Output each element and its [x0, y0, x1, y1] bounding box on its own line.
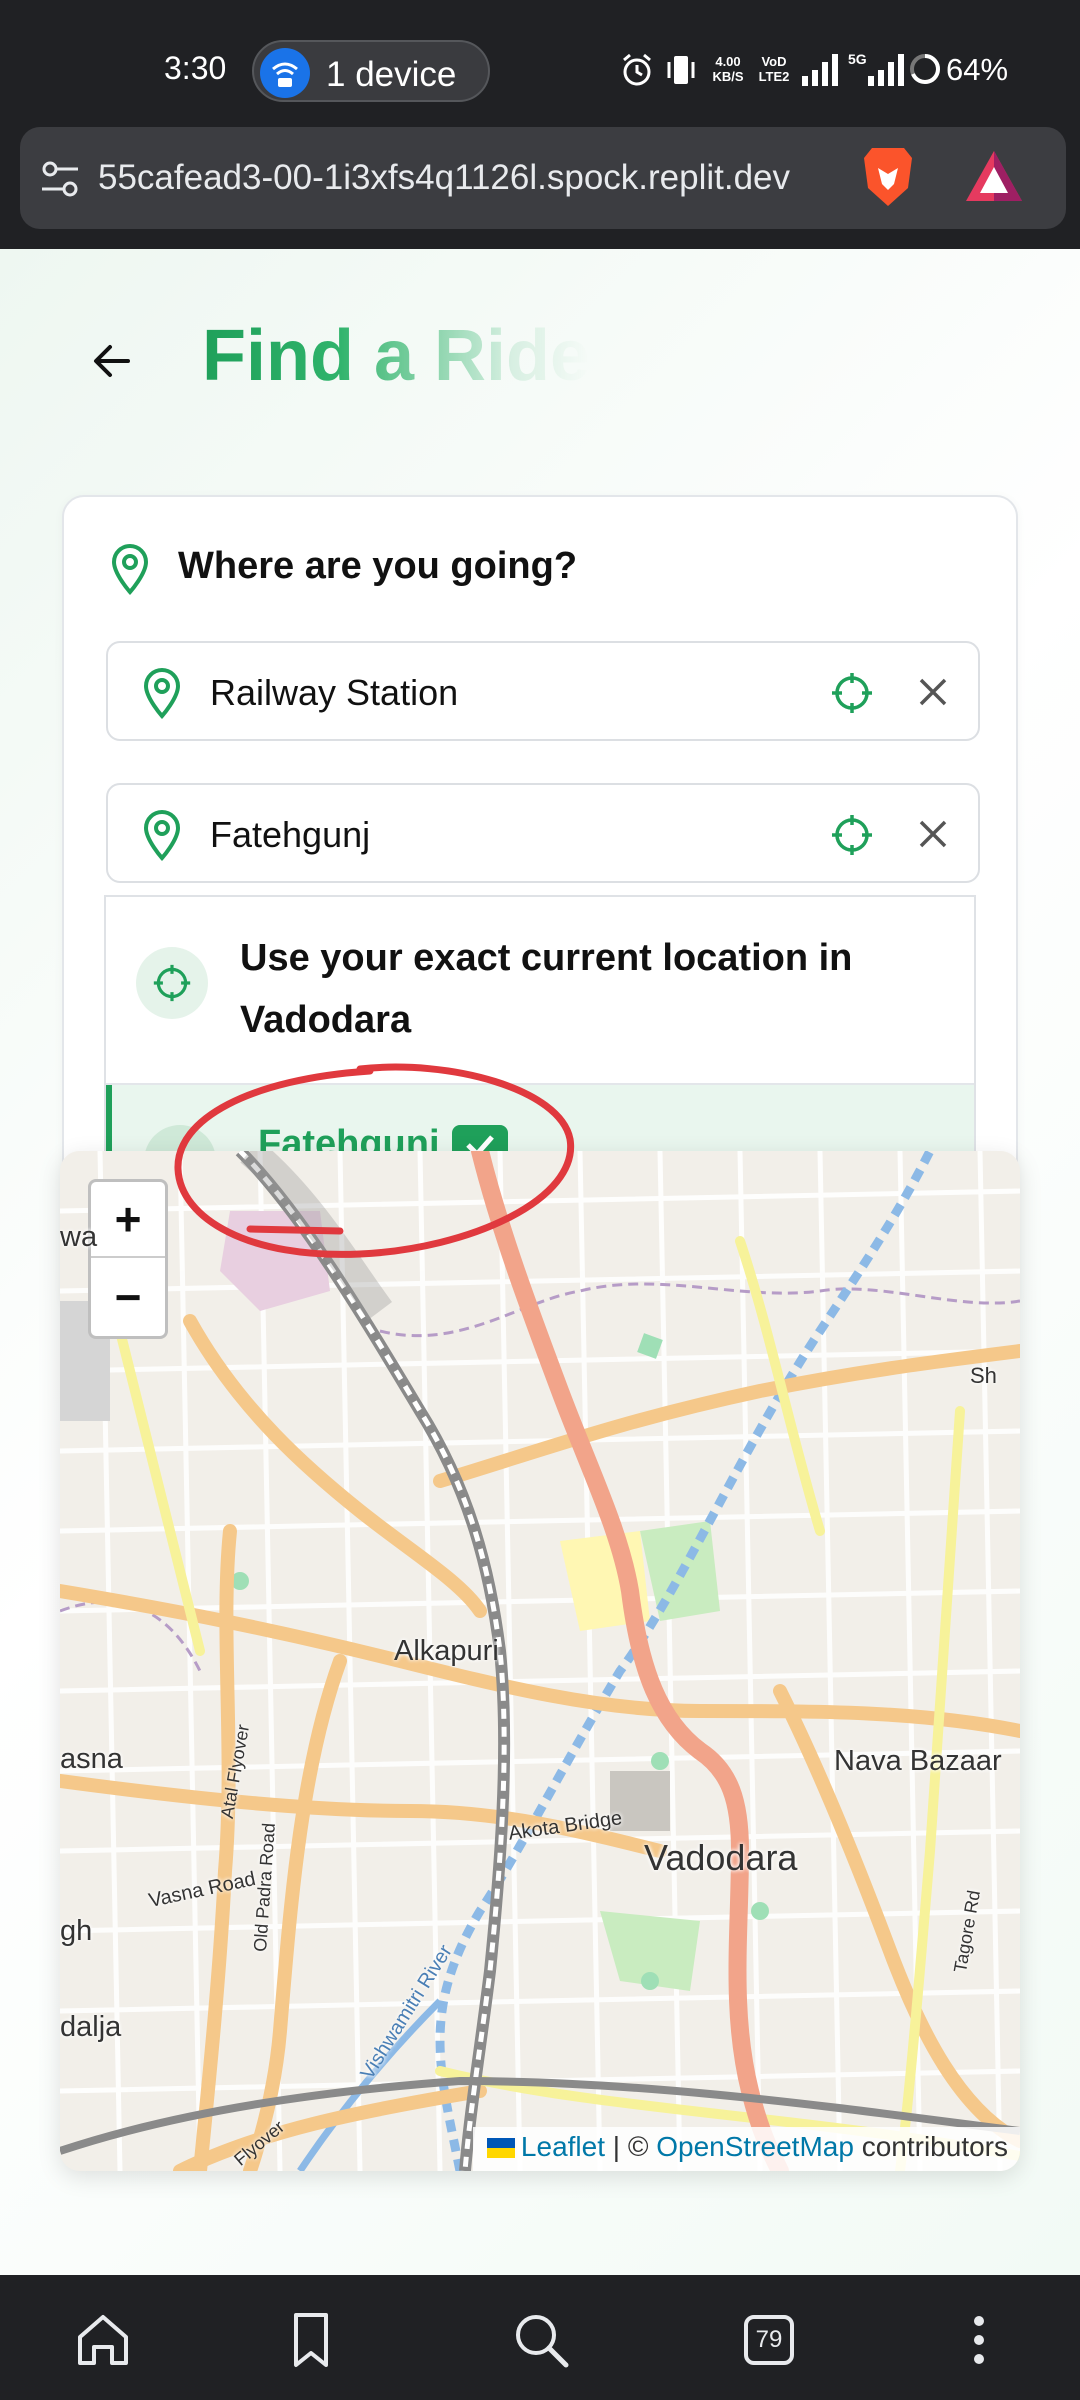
page-content: Find a Ride Where are you going? Railway…	[0, 249, 1080, 2275]
search-icon[interactable]	[506, 2305, 576, 2375]
ukraine-flag-icon	[486, 2138, 515, 2158]
destination-pin-icon	[143, 810, 181, 861]
status-icons: 4.00 KB/S VoD LTE2 5G	[620, 52, 920, 92]
back-button[interactable]	[84, 333, 140, 389]
brave-rewards-icon[interactable]	[964, 149, 1024, 205]
map-label: dalja	[60, 2011, 122, 2043]
vibrate-icon	[667, 56, 695, 84]
map-label: Sh	[970, 1363, 997, 1388]
map-label: wa	[60, 1221, 98, 1253]
volte-indicator: VoD LTE2	[758, 54, 790, 84]
tabs-button[interactable]: 79	[734, 2305, 804, 2375]
brave-shields-icon[interactable]	[858, 144, 918, 210]
tab-count: 79	[744, 2315, 794, 2365]
battery-percent: 64%	[946, 52, 1009, 87]
crosshair-icon[interactable]	[830, 671, 874, 715]
battery-ring-icon	[910, 54, 940, 84]
map-label: asna	[60, 1743, 123, 1775]
status-bar: 3:30 1 device 4.00 KB/S VoD LTE2 5G 64%	[0, 0, 1080, 127]
network-type-badge: 5G	[848, 51, 867, 67]
zoom-in-button[interactable]: +	[91, 1182, 165, 1258]
cast-device-label: 1 device	[326, 55, 457, 94]
map-attribution: Leaflet | © OpenStreetMap contributors	[472, 2127, 1020, 2171]
url-text: 55cafead3-00-1i3xfs4q1126l.spock.replit.…	[98, 158, 791, 197]
pickup-pin-icon	[143, 668, 181, 719]
map-label: Vadodara	[644, 1837, 798, 1878]
crosshair-icon[interactable]	[830, 813, 874, 857]
pickup-input[interactable]: Railway Station	[210, 672, 458, 714]
current-location-icon	[136, 947, 208, 1019]
alarm-icon	[623, 53, 651, 86]
openstreetmap-link[interactable]: OpenStreetMap	[656, 2131, 854, 2162]
bookmark-icon[interactable]	[276, 2305, 346, 2375]
page-title: Find a Ride	[202, 316, 591, 396]
attribution-separator: | ©	[605, 2131, 657, 2162]
net-speed: 4.00 KB/S	[712, 54, 744, 84]
site-settings-icon[interactable]	[40, 159, 80, 199]
address-bar[interactable]: 55cafead3-00-1i3xfs4q1126l.spock.replit.…	[20, 127, 1066, 229]
zoom-control: + −	[88, 1179, 168, 1339]
browser-toolbar: 55cafead3-00-1i3xfs4q1126l.spock.replit.…	[0, 127, 1080, 249]
attribution-suffix: contributors	[853, 2131, 1008, 2162]
destination-input[interactable]: Fatehgunj	[210, 814, 370, 856]
leaflet-link[interactable]: Leaflet	[521, 2131, 605, 2162]
browser-bottom-bar: 79	[0, 2275, 1080, 2400]
signal-icon	[802, 54, 838, 86]
cast-device-pill[interactable]: 1 device	[252, 40, 490, 102]
cast-icon	[260, 48, 310, 98]
signal-2-icon	[868, 54, 904, 86]
home-icon[interactable]	[68, 2305, 138, 2375]
map-view[interactable]: + − wa Alkapuri asna Nava Bazaar Akota B…	[60, 1151, 1020, 2171]
pickup-field[interactable]: Railway Station	[106, 641, 980, 741]
zoom-out-button[interactable]: −	[91, 1260, 165, 1336]
annotation-circle	[174, 1063, 575, 1258]
map-label: gh	[60, 1915, 93, 1947]
close-icon[interactable]	[916, 817, 950, 851]
map-tiles[interactable]	[60, 1151, 1020, 2171]
card-heading: Where are you going?	[178, 545, 578, 587]
map-pin-icon	[111, 544, 149, 595]
map-label: Nava Bazaar	[834, 1745, 1002, 1777]
map-label: Alkapuri	[394, 1635, 499, 1667]
destination-field[interactable]: Fatehgunj	[106, 783, 980, 883]
current-location-text: Use your exact current location in Vadod…	[240, 937, 853, 1041]
more-vertical-icon[interactable]	[944, 2305, 1014, 2375]
close-icon[interactable]	[916, 675, 950, 709]
status-time: 3:30	[164, 50, 227, 86]
